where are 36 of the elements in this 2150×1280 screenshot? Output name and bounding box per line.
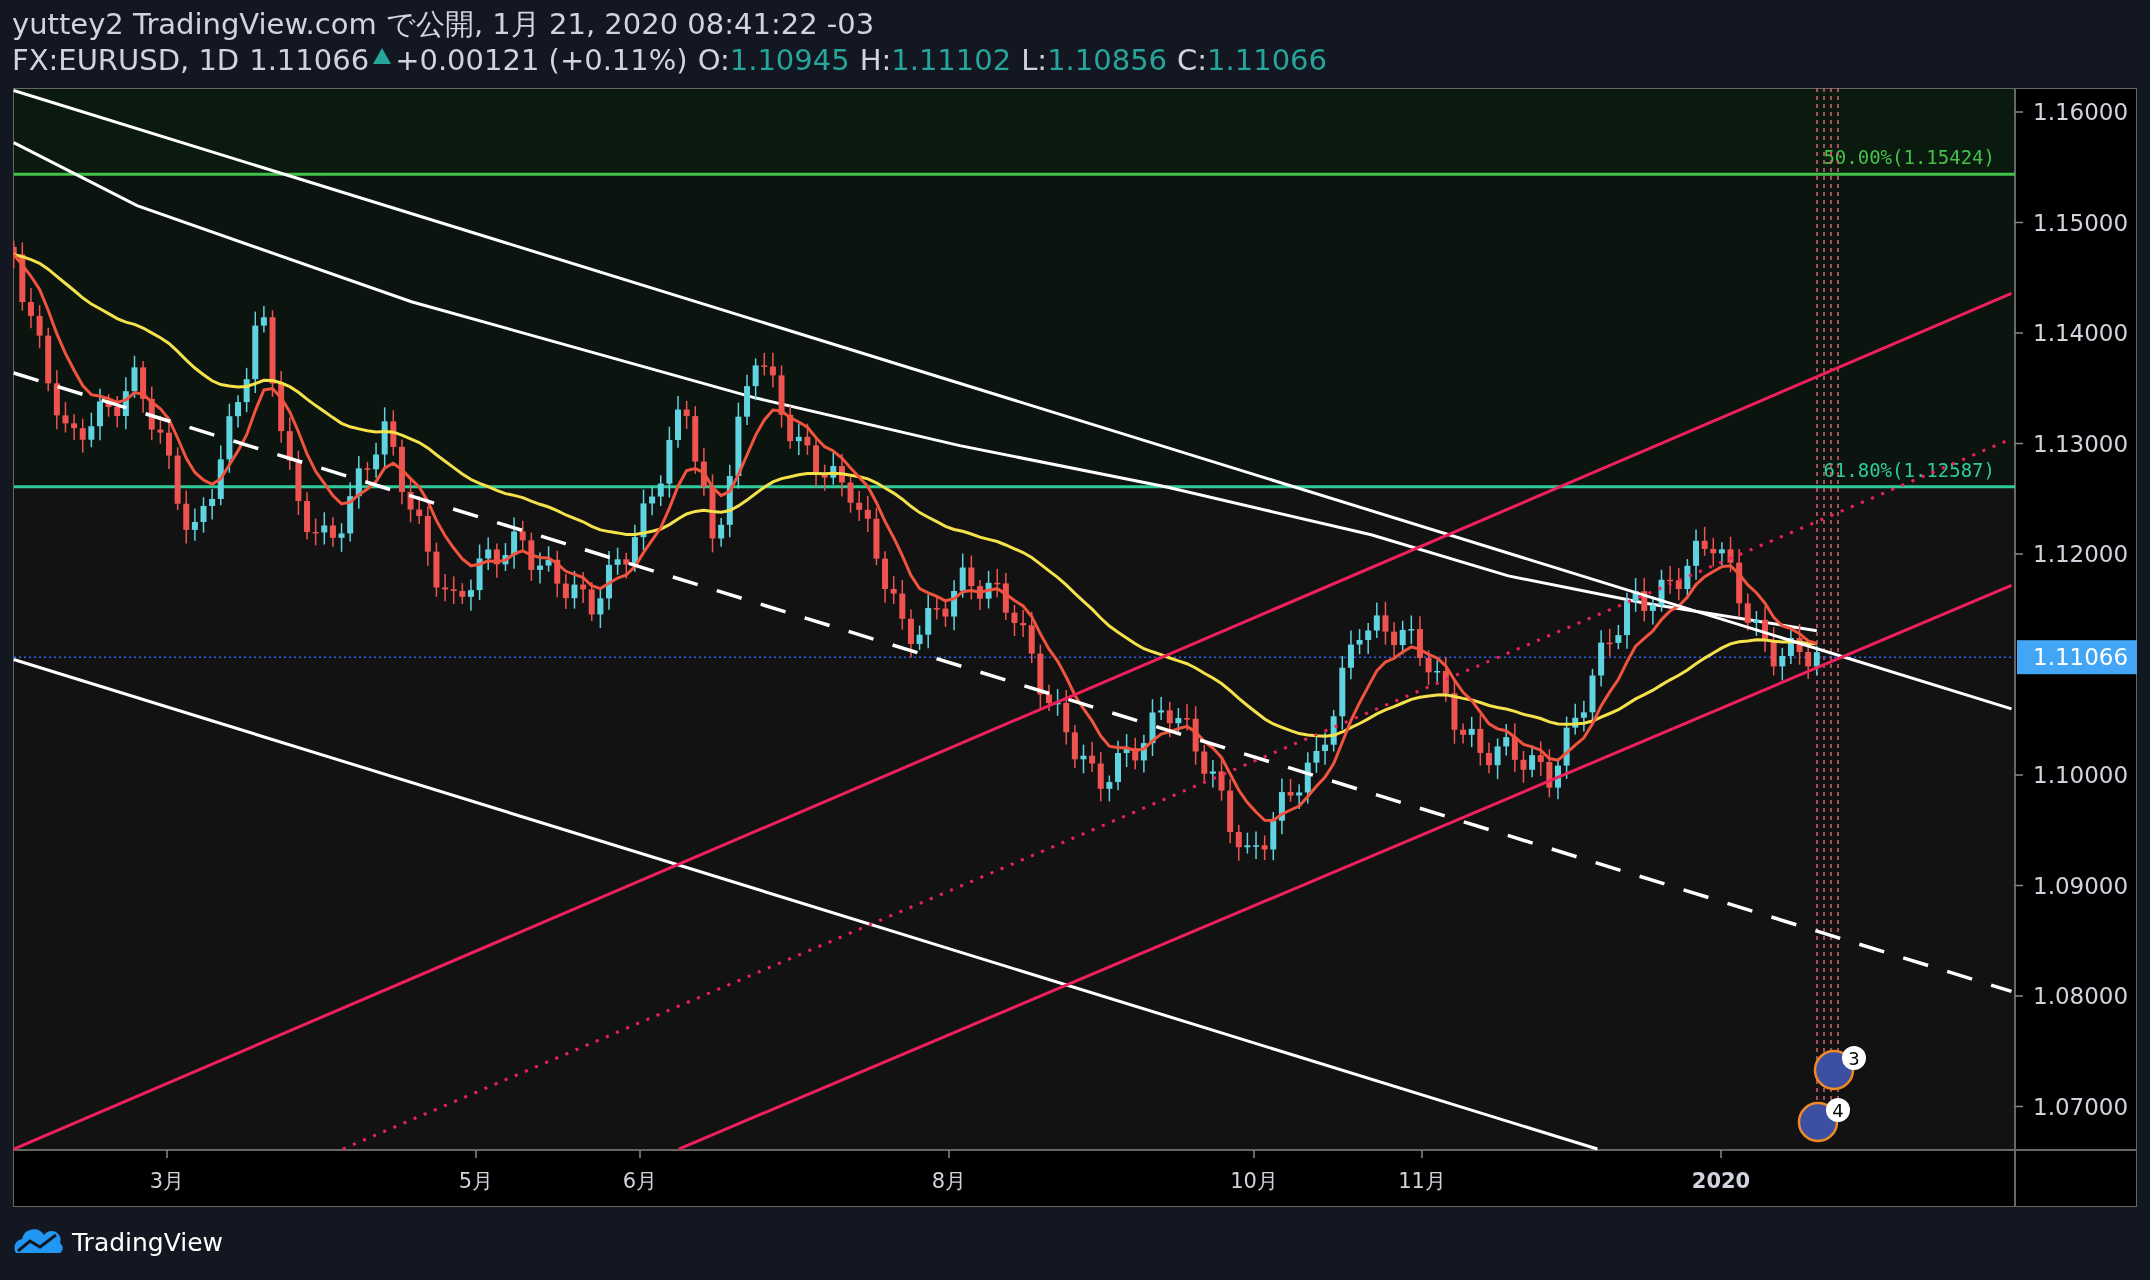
ohlc-label: O: [697,42,730,78]
price-change: +0.00121 (+0.11%) [395,42,688,78]
chart-title: yuttey2 TradingView.com で公開, 1月 21, 2020 08:41:22 -03 [12,6,875,42]
last-price: 1.11066 [249,42,370,78]
event-count-badge [1842,1046,1866,1070]
price-axis-label: 1.13000 [2033,430,2129,457]
event-count: 4 [1832,1100,1844,1121]
ohlc-label: H: [859,42,892,78]
ohlc-value: 1.11066 [1207,42,1328,78]
price-axis-label: 1.07000 [2033,1093,2129,1120]
price-axis-label: 1.12000 [2033,541,2129,567]
ohlc-value: 1.10856 [1047,42,1168,78]
price-axis-label: 1.09000 [2033,872,2129,899]
event-count: 3 [1848,1048,1860,1069]
fibonacci-level-label: 50.00%(1.15424) [1823,146,1995,169]
time-axis-label: 8月 [931,1169,967,1193]
event-count-badge [1826,1098,1850,1122]
price-axis-label: 1.15000 [2033,209,2129,236]
ohlc-value: 1.10945 [729,42,850,78]
time-axis-label: 2020 [1691,1169,1751,1193]
price-axis-label: 1.08000 [2033,983,2129,1009]
current-price-badge: 1.11066 [2017,640,2137,675]
symbol-label: FX:EURUSD, 1D [12,42,240,78]
time-axis-label: 5月 [458,1169,494,1193]
time-axis-label: 11月 [1398,1169,1446,1193]
time-axis-label: 3月 [149,1169,185,1193]
ohlc-label: L: [1021,42,1048,78]
ohlc-label: C: [1177,42,1208,78]
brand-name: TradingView [72,1227,224,1257]
time-axis-label: 10月 [1230,1169,1278,1193]
up-triangle-icon [373,48,392,64]
ohlc-value: 1.11102 [891,42,1012,78]
price-axis-label: 1.10000 [2033,762,2129,788]
price-axis-label: 1.16000 [2033,99,2129,125]
price-axis-label: 1.14000 [2033,320,2129,346]
time-axis-label: 6月 [622,1169,658,1193]
